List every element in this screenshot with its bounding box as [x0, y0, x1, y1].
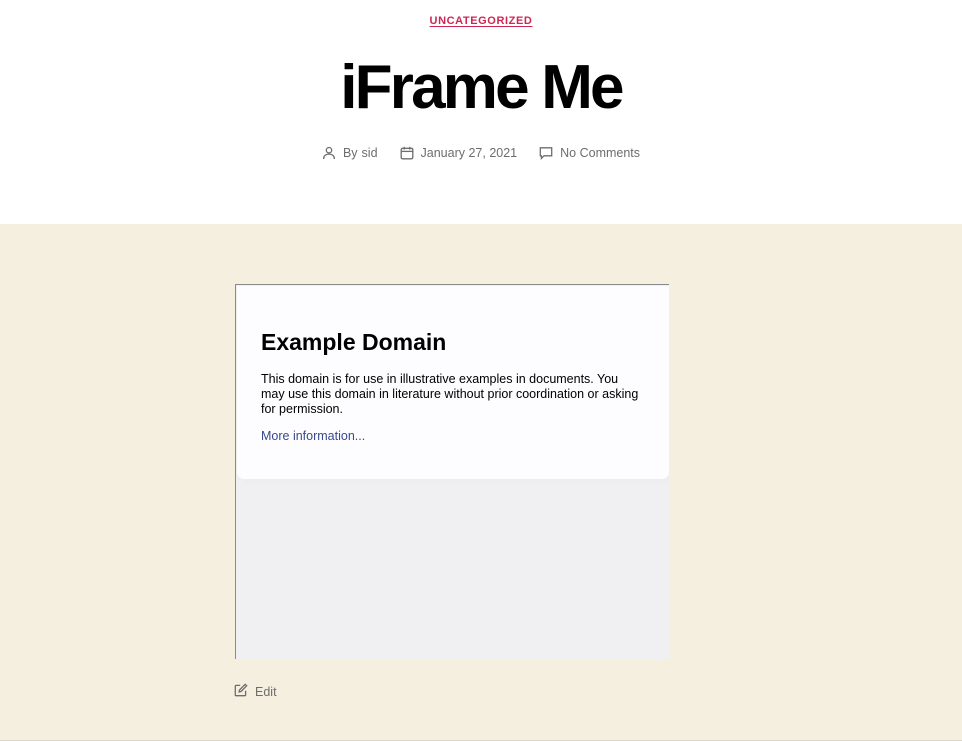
embedded-iframe[interactable]: Example Domain This domain is for use in… — [235, 284, 669, 659]
more-information-link[interactable]: More information... — [261, 429, 365, 443]
edit-icon — [234, 683, 248, 700]
comment-icon — [539, 146, 553, 160]
category-link[interactable]: UNCATEGORIZED — [0, 15, 962, 27]
author-prefix: By — [342, 146, 358, 160]
embed-body-text: This domain is for use in illustrative e… — [261, 372, 639, 416]
post-header: UNCATEGORIZED iFrame Me By sid January 2… — [0, 0, 962, 224]
calendar-icon — [400, 146, 414, 160]
comments-link[interactable]: No Comments — [560, 146, 640, 160]
author-link[interactable]: sid — [362, 146, 378, 160]
post-comments: No Comments — [539, 146, 640, 160]
edit-label: Edit — [255, 684, 277, 699]
post-date: January 27, 2021 — [400, 146, 518, 160]
person-icon — [322, 146, 336, 160]
edit-post-link[interactable]: Edit — [234, 683, 277, 700]
embed-heading: Example Domain — [261, 329, 447, 355]
date-link[interactable]: January 27, 2021 — [421, 146, 518, 160]
embed-card: Example Domain This domain is for use in… — [237, 286, 669, 479]
post-author: By sid — [322, 146, 378, 160]
post-title: iFrame Me — [340, 53, 624, 122]
post-meta: By sid January 27, 2021 No Comments — [0, 146, 962, 160]
